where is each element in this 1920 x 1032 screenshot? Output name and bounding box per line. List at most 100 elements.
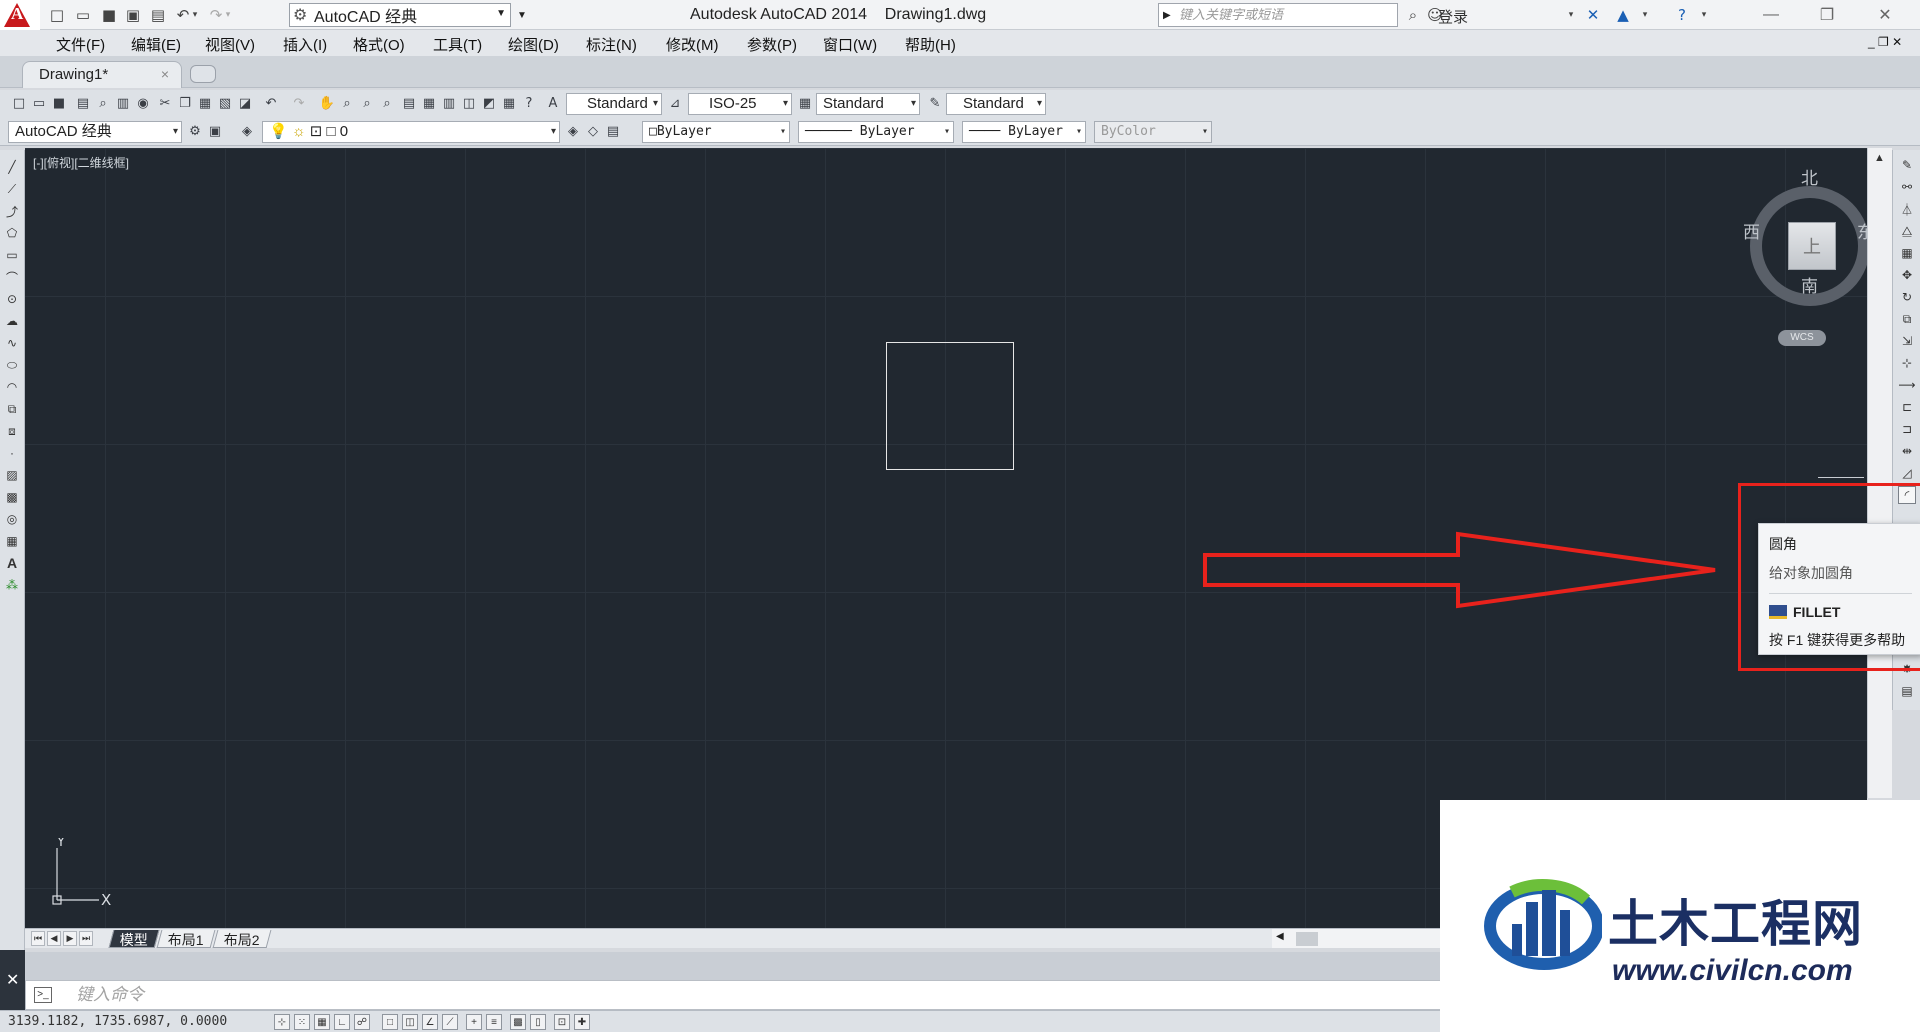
binoculars-icon[interactable]: ⌕ xyxy=(1402,4,1424,26)
3d-object-snap-icon[interactable]: ◫ xyxy=(402,1014,418,1030)
calculator-icon[interactable]: ▦ xyxy=(500,94,518,112)
tool-palettes-icon[interactable]: ▥ xyxy=(440,94,458,112)
extend-icon[interactable]: ⟶ xyxy=(1898,376,1916,394)
gradient-icon[interactable]: ▩ xyxy=(3,488,21,506)
vertical-scrollbar[interactable]: ▲ xyxy=(1867,148,1892,798)
polar-tracking-icon[interactable]: ☍ xyxy=(354,1014,370,1030)
menu-file[interactable]: 文件(F) xyxy=(56,34,105,55)
mirror-icon[interactable]: ⏃ xyxy=(1898,200,1916,218)
properties-icon[interactable]: ▤ xyxy=(400,94,418,112)
plot-icon[interactable]: ▤ xyxy=(74,94,92,112)
sign-in-link[interactable]: 登录 xyxy=(1438,6,1468,27)
command-prompt-icon[interactable]: >_ xyxy=(34,987,52,1003)
cut-icon[interactable]: ✂ xyxy=(156,94,174,112)
construction-line-icon[interactable]: ⟋ xyxy=(3,180,21,198)
command-window-grip[interactable]: ✕ xyxy=(0,950,25,1010)
revision-cloud-icon[interactable]: ☁ xyxy=(3,312,21,330)
minimize-window-button[interactable]: — xyxy=(1748,2,1794,28)
save-icon[interactable]: ■ xyxy=(98,4,120,26)
arc-icon[interactable]: ⌒ xyxy=(3,268,21,286)
table-icon[interactable]: ▦ xyxy=(3,532,21,550)
scroll-thumb[interactable] xyxy=(1296,932,1318,946)
drawn-rectangle[interactable] xyxy=(886,342,1014,470)
plot-icon[interactable]: ▤ xyxy=(147,4,169,26)
save-icon[interactable]: ■ xyxy=(50,94,68,112)
ellipse-icon[interactable]: ⬭ xyxy=(3,356,21,374)
table-style-select[interactable]: Standard ▾ xyxy=(816,93,920,115)
exchange-apps-icon[interactable]: ✕ xyxy=(1582,4,1604,26)
scroll-up-icon[interactable]: ▲ xyxy=(1874,152,1885,164)
rotate-icon[interactable]: ↻ xyxy=(1898,288,1916,306)
menu-window[interactable]: 窗口(W) xyxy=(823,34,877,55)
dynamic-ucs-icon[interactable]: ⟋ xyxy=(442,1014,458,1030)
linetype-control-select[interactable]: ────── ByLayer ▾ xyxy=(798,121,954,143)
mleader-style-icon[interactable]: ✎ xyxy=(926,94,944,112)
ellipse-arc-icon[interactable]: ◠ xyxy=(3,378,21,396)
pan-icon[interactable]: ✋ xyxy=(318,94,336,112)
transparency-icon[interactable]: ▩ xyxy=(510,1014,526,1030)
infer-constraints-icon[interactable]: ⊹ xyxy=(274,1014,290,1030)
offset-icon[interactable]: ⧋ xyxy=(1898,222,1916,240)
draworder-icon[interactable]: ▤ xyxy=(1898,682,1916,700)
polyline-icon[interactable]: ⤴ xyxy=(3,202,21,220)
menu-insert[interactable]: 插入(I) xyxy=(283,34,327,55)
command-input[interactable] xyxy=(76,984,876,1006)
help-dropdown-icon[interactable]: ▾ xyxy=(1693,4,1715,26)
wcs-menu-button[interactable]: WCS xyxy=(1778,330,1826,346)
compass-south[interactable]: 南 xyxy=(1801,272,1818,297)
menu-help[interactable]: 帮助(H) xyxy=(905,34,956,55)
viewcube[interactable]: 上 北 南 东 西 WCS xyxy=(1725,162,1867,352)
workspace-switch-select[interactable]: ⚙ AutoCAD 经典 ▼ xyxy=(289,3,511,27)
zoom-realtime-icon[interactable]: ⌕ xyxy=(338,94,356,112)
dynamic-input-icon[interactable]: + xyxy=(466,1014,482,1030)
object-snap-tracking-icon[interactable]: ∠ xyxy=(422,1014,438,1030)
compass-east[interactable]: 东 xyxy=(1857,218,1867,243)
tab-layout1[interactable]: 布局1 xyxy=(156,930,216,948)
make-block-icon[interactable]: ⧈ xyxy=(3,422,21,440)
grid-display-icon[interactable]: ▦ xyxy=(314,1014,330,1030)
layer-previous-icon[interactable]: ◇ xyxy=(584,122,602,140)
rectangle-icon[interactable]: ▭ xyxy=(3,246,21,264)
menu-format[interactable]: 格式(O) xyxy=(353,34,405,55)
sign-in-dropdown-icon[interactable]: ▾ xyxy=(1560,4,1582,26)
ortho-mode-icon[interactable]: ∟ xyxy=(334,1014,350,1030)
quick-access-customize-button[interactable]: ▼ xyxy=(514,3,530,27)
layer-properties-icon[interactable]: ◈ xyxy=(238,122,256,140)
circle-icon[interactable]: ⊙ xyxy=(3,290,21,308)
copy-icon[interactable]: ❐ xyxy=(176,94,194,112)
redo-dropdown-icon[interactable]: ▾ xyxy=(223,4,233,26)
save-as-icon[interactable]: ▣ xyxy=(122,4,144,26)
text-style-icon[interactable]: A xyxy=(544,94,562,112)
multileader-style-select[interactable]: Standard ▾ xyxy=(946,93,1046,115)
stay-connected-dropdown-icon[interactable]: ▾ xyxy=(1634,4,1656,26)
annotation-monitor-icon[interactable]: ✚ xyxy=(574,1014,590,1030)
open-icon[interactable]: ▭ xyxy=(30,94,48,112)
text-style-select[interactable]: Standard ▾ xyxy=(566,93,662,115)
erase-icon[interactable]: ✎ xyxy=(1898,156,1916,174)
chamfer-icon[interactable]: ◿ xyxy=(1898,464,1916,482)
publish-icon[interactable]: ▥ xyxy=(114,94,132,112)
doc-minimize-icon[interactable]: _ ❐ ✕ xyxy=(1868,35,1902,49)
workspace-select[interactable]: AutoCAD 经典 ▾ xyxy=(8,121,182,143)
next-layout-icon[interactable]: ▶ xyxy=(63,931,77,946)
stretch-icon[interactable]: ⇲ xyxy=(1898,332,1916,350)
menu-modify[interactable]: 修改(M) xyxy=(666,34,719,55)
undo-dropdown-icon[interactable]: ▾ xyxy=(190,4,200,26)
help-icon[interactable]: ? xyxy=(520,94,538,112)
block-editor-icon[interactable]: ◪ xyxy=(236,94,254,112)
help-icon[interactable]: ? xyxy=(1671,4,1693,26)
3d-print-icon[interactable]: ◉ xyxy=(134,94,152,112)
snap-mode-icon[interactable]: ⁙ xyxy=(294,1014,310,1030)
menu-parametric[interactable]: 参数(P) xyxy=(747,34,797,55)
selection-cycling-icon[interactable]: ⊡ xyxy=(554,1014,570,1030)
redo-icon[interactable]: ↷ xyxy=(290,94,308,112)
workspace-save-icon[interactable]: ▣ xyxy=(206,122,224,140)
break-icon[interactable]: ⊐ xyxy=(1898,420,1916,438)
move-icon[interactable]: ✥ xyxy=(1898,266,1916,284)
dimension-style-select[interactable]: ISO-25 ▾ xyxy=(688,93,792,115)
application-menu-button[interactable]: A xyxy=(0,0,40,30)
new-drawing-tab-button[interactable] xyxy=(190,65,216,83)
lineweight-icon[interactable]: ≡ xyxy=(486,1014,502,1030)
plot-preview-icon[interactable]: ⌕ xyxy=(94,94,112,112)
scroll-left-icon[interactable]: ◀ xyxy=(1276,931,1284,942)
